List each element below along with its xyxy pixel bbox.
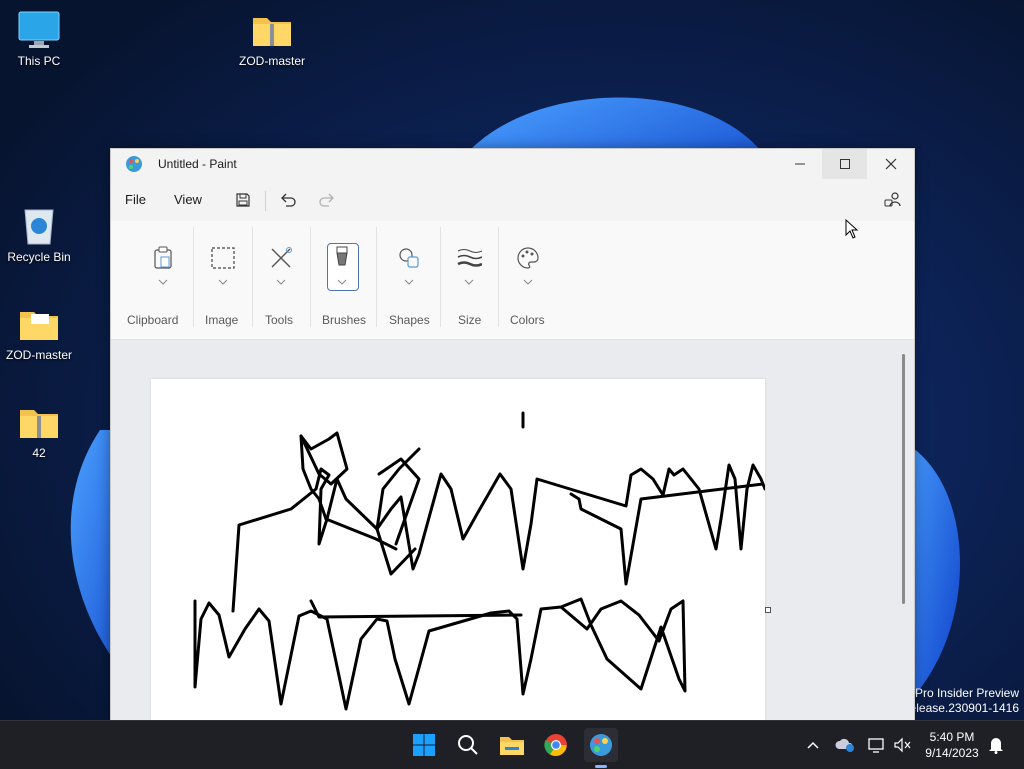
zip-folder-icon — [253, 18, 291, 46]
menu-view[interactable]: View — [174, 192, 202, 207]
windows-start-icon — [413, 734, 435, 756]
chrome-icon — [544, 734, 567, 756]
account-icon — [884, 192, 901, 207]
computer-icon — [18, 11, 60, 48]
ribbon-group-brushes[interactable]: Brushes — [311, 221, 375, 339]
desktop-icon-this-pc[interactable]: This PC — [1, 10, 77, 68]
chrome-button[interactable] — [539, 728, 573, 762]
account-button[interactable] — [882, 189, 904, 211]
title-bar[interactable]: Untitled - Paint — [111, 149, 914, 179]
volume-muted-icon — [894, 737, 911, 753]
ribbon-group-label: Colors — [510, 313, 545, 327]
save-icon — [236, 193, 250, 207]
onedrive-icon — [835, 738, 854, 752]
desktop-icon-zod-master-folder[interactable]: ZOD-master — [1, 304, 77, 362]
ribbon-group-label: Tools — [265, 313, 294, 327]
bell-icon — [989, 738, 1003, 754]
close-button[interactable] — [868, 149, 913, 179]
ribbon-group-size[interactable]: Size — [441, 221, 497, 339]
maximize-button[interactable] — [822, 149, 867, 179]
folder-icon — [20, 312, 58, 340]
canvas-resize-handle[interactable] — [765, 607, 771, 613]
paint-window: Untitled - Paint File View Clipboard Ima… — [110, 148, 915, 722]
search-icon — [458, 735, 478, 755]
desktop-icon-label: This PC — [17, 54, 61, 68]
chevron-down-icon — [218, 279, 228, 285]
ribbon-group-label: Size — [458, 313, 482, 327]
menu-file[interactable]: File — [125, 192, 146, 207]
clock-time: 5:40 PM — [929, 730, 975, 744]
chevron-down-icon — [523, 279, 533, 285]
ribbon-group-label: Shapes — [389, 313, 430, 327]
ribbon-group-label: Brushes — [322, 313, 367, 327]
chevron-up-icon — [807, 741, 819, 749]
clipboard-icon — [147, 241, 179, 275]
ribbon-separator — [193, 227, 194, 327]
taskbar: 5:40 PM 9/14/2023 — [0, 720, 1024, 769]
ribbon-group-shapes[interactable]: Shapes — [377, 221, 441, 339]
start-button[interactable] — [407, 728, 441, 762]
minimize-icon — [794, 163, 805, 165]
file-explorer-button[interactable] — [495, 728, 529, 762]
volume-tray-button[interactable] — [892, 735, 912, 755]
ribbon-group-colors[interactable]: Colors — [499, 221, 563, 339]
search-button[interactable] — [451, 728, 485, 762]
desktop-icon-zod-master-top[interactable]: ZOD-master — [234, 10, 310, 68]
ribbon-group-image[interactable]: Image — [197, 221, 253, 339]
paint-icon — [590, 734, 612, 756]
desktop-icon-label: Recycle Bin — [7, 250, 71, 264]
window-title: Untitled - Paint — [158, 157, 237, 171]
paint-taskbar-button[interactable] — [584, 728, 618, 762]
chevron-down-icon — [158, 279, 168, 285]
redo-button[interactable] — [316, 189, 338, 211]
drawing-canvas[interactable] — [151, 379, 765, 721]
freehand-drawing — [193, 411, 765, 711]
ribbon: Clipboard Image Tools Brushes Shapes Siz… — [111, 221, 914, 340]
size-icon — [453, 241, 485, 275]
brush-icon — [326, 241, 358, 275]
desktop-icon-label: ZOD-master — [6, 348, 72, 362]
chevron-down-icon — [404, 279, 414, 285]
redo-icon — [319, 193, 334, 207]
toolbar-separator — [265, 191, 266, 211]
file-explorer-icon — [500, 737, 524, 755]
selection-icon — [207, 241, 239, 275]
undo-button[interactable] — [277, 189, 299, 211]
desktop-icon-label: 42 — [32, 446, 46, 460]
chevron-down-icon — [276, 279, 286, 285]
minimize-button[interactable] — [777, 149, 822, 179]
network-icon — [868, 738, 884, 753]
ribbon-group-label: Clipboard — [127, 313, 179, 327]
paint-app-icon — [126, 156, 142, 172]
show-hidden-icons-button[interactable] — [803, 735, 823, 755]
clock[interactable]: 5:40 PM 9/14/2023 — [918, 729, 986, 761]
chevron-down-icon — [464, 279, 474, 285]
maximize-icon — [839, 159, 850, 169]
ribbon-group-label: Image — [205, 313, 239, 327]
canvas-workspace — [111, 340, 914, 721]
desktop-icon-label: ZOD-master — [239, 54, 305, 68]
ribbon-group-clipboard[interactable]: Clipboard — [121, 221, 197, 339]
shapes-icon — [393, 241, 425, 275]
zip-folder-icon — [20, 410, 58, 438]
recycle-bin-icon — [24, 209, 54, 245]
undo-icon — [281, 193, 296, 207]
network-tray-button[interactable] — [866, 735, 886, 755]
ribbon-group-tools[interactable]: Tools — [253, 221, 309, 339]
desktop-icon-recycle-bin[interactable]: Recycle Bin — [1, 206, 77, 264]
palette-icon — [512, 241, 544, 275]
notifications-button[interactable] — [986, 735, 1006, 755]
clock-date: 9/14/2023 — [925, 746, 979, 760]
save-button[interactable] — [232, 189, 254, 211]
close-icon — [885, 158, 896, 170]
desktop-icon-42[interactable]: 42 — [1, 402, 77, 460]
onedrive-tray-button[interactable] — [835, 735, 855, 755]
tools-icon — [265, 241, 297, 275]
menu-bar: File View — [111, 181, 914, 219]
vertical-scrollbar[interactable] — [902, 354, 905, 604]
mouse-cursor-icon — [845, 219, 859, 239]
chevron-down-icon — [337, 279, 347, 285]
